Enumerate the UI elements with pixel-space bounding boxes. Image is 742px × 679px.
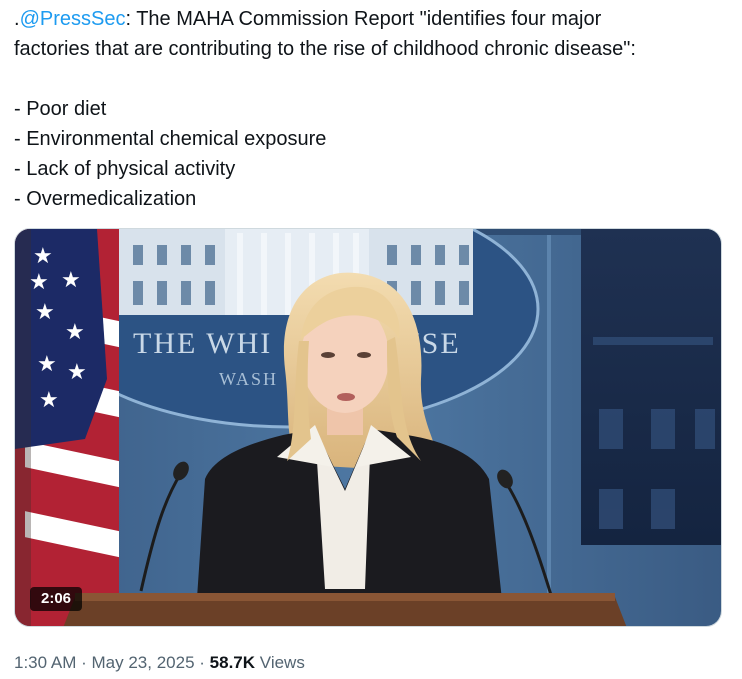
meta-separator: · (199, 653, 205, 672)
svg-text:★: ★ (61, 268, 81, 293)
svg-text:★: ★ (33, 244, 53, 269)
video-player[interactable]: THE WHI USE WASH ★ ★ ★ ★ ★ ★ ★ ★ (14, 228, 722, 627)
bullet-item: - Overmedicalization (14, 188, 197, 210)
svg-text:★: ★ (39, 388, 59, 413)
svg-text:★: ★ (67, 360, 87, 385)
backdrop-text-line2: WASH (219, 369, 278, 389)
svg-text:★: ★ (37, 352, 57, 377)
tweet-line-2: factories that are contributing to the r… (14, 38, 636, 60)
tweet-meta: 1:30 AM · May 23, 2025 · 58.7K Views (14, 651, 305, 675)
tweet-line-1-text: : The MAHA Commission Report "identifies… (125, 8, 602, 30)
backdrop-text-line1: THE WHI (133, 327, 272, 360)
bullet-item: - Environmental chemical exposure (14, 128, 327, 150)
mention-link[interactable]: @PressSec (20, 8, 126, 30)
svg-text:★: ★ (35, 300, 55, 325)
video-duration-badge: 2:06 (30, 587, 82, 611)
tweet-date[interactable]: May 23, 2025 (92, 653, 195, 672)
views-count: 58.7K (209, 653, 256, 672)
bullet-item: - Poor diet (14, 98, 107, 120)
svg-text:★: ★ (65, 320, 85, 345)
bullet-item: - Lack of physical activity (14, 158, 236, 180)
video-frame: THE WHI USE WASH ★★★ ★★ ★ ★★ (15, 229, 721, 626)
american-flag: ★★★ ★★ ★ ★★ (15, 229, 119, 626)
tweet-time[interactable]: 1:30 AM (14, 653, 76, 672)
meta-separator: · (81, 653, 87, 672)
tweet-line-1: .@PressSec: The MAHA Commission Report "… (14, 4, 729, 34)
tweet-text: .@PressSec: The MAHA Commission Report "… (14, 4, 729, 214)
podium (63, 593, 627, 626)
views-label: Views (259, 653, 305, 672)
svg-text:★: ★ (29, 270, 49, 295)
